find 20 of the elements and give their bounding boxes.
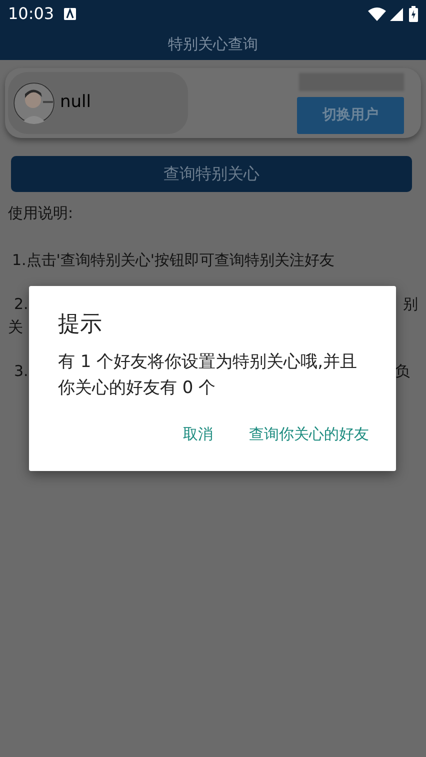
instruction-text: 别 xyxy=(403,294,418,315)
battery-icon xyxy=(409,6,418,22)
signal-icon xyxy=(390,8,403,20)
clock: 10:03 xyxy=(8,3,54,25)
instructions-heading: 使用说明: xyxy=(8,203,74,224)
instruction-text: 1.点击'查询特别关心'按钮即可查询特别关注好友 xyxy=(11,250,336,270)
dialog-title: 提示 xyxy=(58,311,103,339)
instruction-text: 3. xyxy=(14,361,28,382)
app-title: 特别关心查询 xyxy=(168,34,258,55)
instruction-text: 负 xyxy=(395,361,410,382)
dialog-button[interactable]: 取消 xyxy=(183,423,213,446)
wifi-icon xyxy=(368,7,386,21)
dialog-button[interactable]: 查询你关心的好友 xyxy=(249,423,369,446)
notification-icon xyxy=(64,8,76,20)
dialog-message: 有 1 个好友将你设置为特别关心哦,并且你关心的好友有 0 个 xyxy=(58,351,358,400)
instruction-text: 2. xyxy=(14,294,28,315)
switch-user-button[interactable]: 切换用户 xyxy=(297,96,404,134)
user-name: null xyxy=(60,91,91,114)
instruction-text: 关 xyxy=(8,318,23,336)
query-button[interactable]: 查询特别关心 xyxy=(11,156,412,192)
